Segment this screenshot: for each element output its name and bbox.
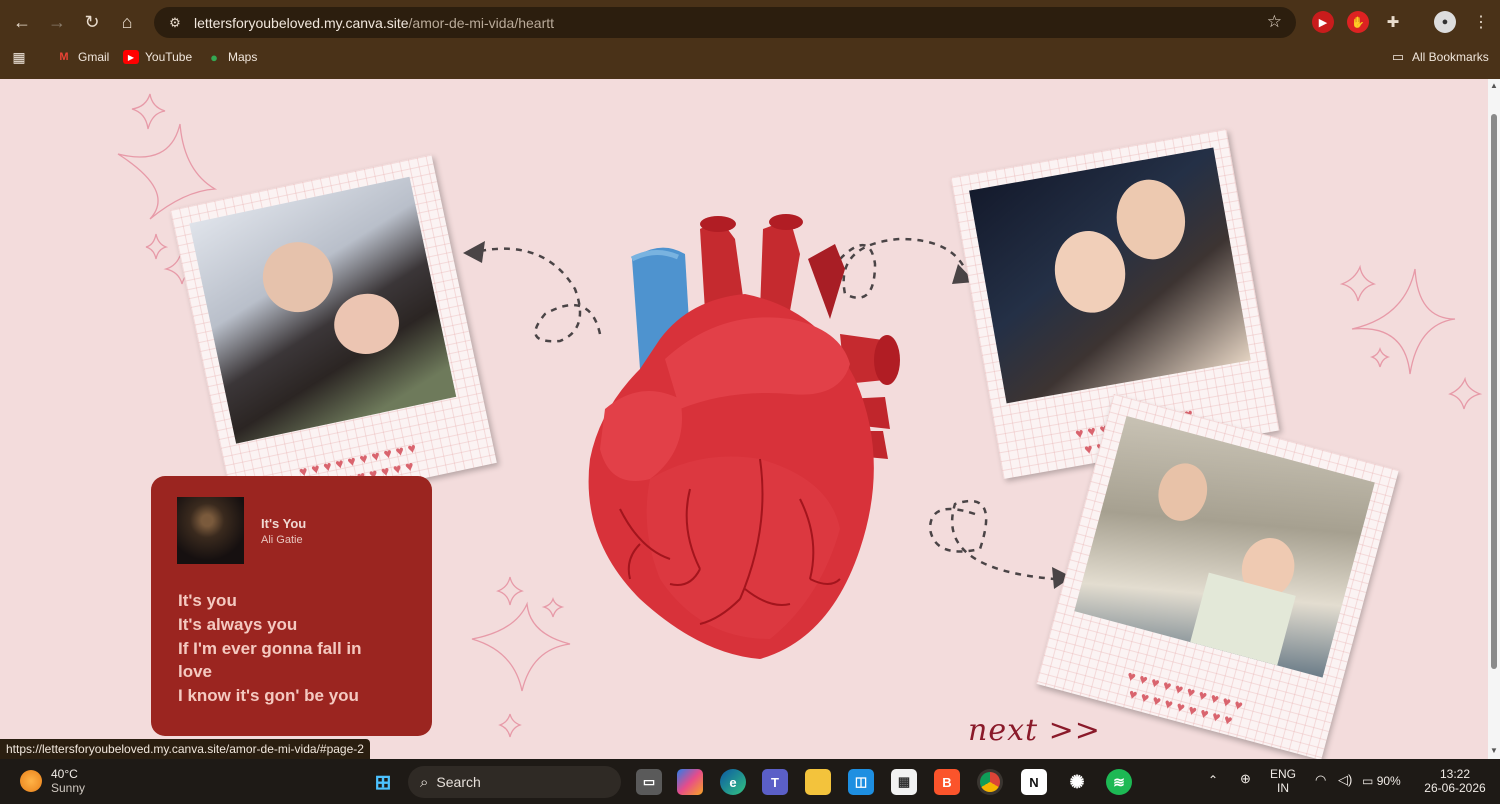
spotify-icon[interactable]: ≋ [1106,769,1132,795]
brave-icon[interactable]: B [934,769,960,795]
file-explorer-icon[interactable] [805,769,831,795]
teams-icon[interactable]: T [762,769,788,795]
store-icon[interactable]: ▦ [891,769,917,795]
reload-icon[interactable]: ↻ [78,8,106,36]
bookmark-star-icon[interactable]: ☆ [1267,12,1282,32]
scroll-down-icon[interactable]: ▼ [1490,746,1498,755]
canva-page: ♥♥♥♥♥♥♥♥♥♥♥♥♥♥♥♥♥♥♥ ♥♥♥♥♥♥♥♥♥♥♥♥♥♥♥♥♥♥♥ … [0,79,1488,759]
notion-icon[interactable]: N [1021,769,1047,795]
album-cover [177,497,244,564]
scroll-up-icon[interactable]: ▲ [1490,81,1498,90]
profile-avatar[interactable]: ● [1434,11,1456,33]
bookmark-maps[interactable]: ● Maps [206,49,257,65]
record-extension-icon[interactable]: ▶ [1312,11,1334,33]
browser-toolbar: ← → ↻ ⌂ ⚙ lettersforyoubeloved.my.canva.… [0,0,1500,79]
clock[interactable]: 13:22 26-06-2026 [1420,767,1490,795]
music-player-card[interactable]: It's You Ali Gatie It's you It's always … [151,476,432,736]
volume-icon[interactable]: ◁) [1338,773,1352,787]
bookmarks-bar: ▦ M Gmail ▶ YouTube ● Maps ▭ All Bookmar… [0,44,1500,74]
maps-icon: ● [210,49,218,65]
song-title: It's You [261,516,307,531]
site-info-icon[interactable]: ⚙ [160,15,190,31]
network-location-icon[interactable]: ⊕ [1240,772,1251,786]
task-view-icon[interactable]: ▭ [636,769,662,795]
apps-grid-icon[interactable]: ▦ [11,49,27,65]
photo-couple-selfie [969,147,1251,404]
lyric-line: I know it's gon' be you [178,686,359,706]
windows-taskbar: 40°C Sunny ⊞ ⌕ Search ▭ e T ◫ ▦ B N ✺ ≋ … [0,759,1500,804]
language-indicator[interactable]: ENG IN [1270,767,1296,795]
page-scrollbar[interactable]: ▲ ▼ [1488,79,1500,759]
search-icon: ⌕ [420,773,429,791]
bookmark-youtube[interactable]: ▶ YouTube [123,50,192,64]
taskbar-search[interactable]: ⌕ Search [408,766,621,798]
chrome-icon[interactable] [977,769,1003,795]
lyric-line: If I'm ever gonna fall in [178,638,362,658]
heart-illustration [588,214,900,659]
lyrics-block: It's you It's always you If I'm ever gon… [178,589,408,708]
weather-sun-icon[interactable] [20,770,42,792]
copilot-icon[interactable] [677,769,703,795]
artist-name: Ali Gatie [261,534,303,546]
address-bar[interactable]: ⚙ lettersforyoubeloved.my.canva.site/amo… [154,7,1296,38]
back-icon[interactable]: ← [8,8,36,36]
folder-icon: ▭ [1391,49,1405,64]
adblock-extension-icon[interactable]: ✋ [1347,11,1369,33]
battery-indicator[interactable]: ▭ 90% [1362,774,1401,788]
lyric-line: It's you [178,591,237,610]
windows-start-icon[interactable]: ⊞ [370,769,396,795]
battery-icon: ▭ [1362,774,1374,788]
all-bookmarks[interactable]: ▭ All Bookmarks [1390,49,1489,64]
tray-overflow-icon[interactable]: ⌃ [1208,773,1218,787]
bookmark-gmail[interactable]: M Gmail [56,50,109,64]
chatgpt-icon[interactable]: ✺ [1064,769,1090,795]
gmail-icon: M [59,51,69,63]
extensions-puzzle-icon[interactable]: ✚ [1382,11,1404,33]
home-icon[interactable]: ⌂ [113,8,141,36]
weather-widget[interactable]: 40°C Sunny [51,767,85,795]
wifi-icon[interactable]: ◠ [1315,773,1326,787]
next-page-link[interactable]: next >> [968,713,1101,748]
scrollbar-thumb[interactable] [1491,114,1497,669]
photo-group-laughing [1074,415,1375,678]
link-status-bar: https://lettersforyoubeloved.my.canva.si… [0,739,370,760]
menu-kebab-icon[interactable]: ⋮ [1470,11,1492,33]
remote-app-icon[interactable]: ◫ [848,769,874,795]
lyric-line: It's always you [178,614,298,634]
lyric-line: love [178,662,213,682]
edge-icon[interactable]: e [720,769,746,795]
youtube-icon: ▶ [123,50,139,64]
forward-icon[interactable]: → [43,8,71,36]
url-text: lettersforyoubeloved.my.canva.site/amor-… [194,14,555,31]
photo-couple-sleeping [189,176,457,444]
